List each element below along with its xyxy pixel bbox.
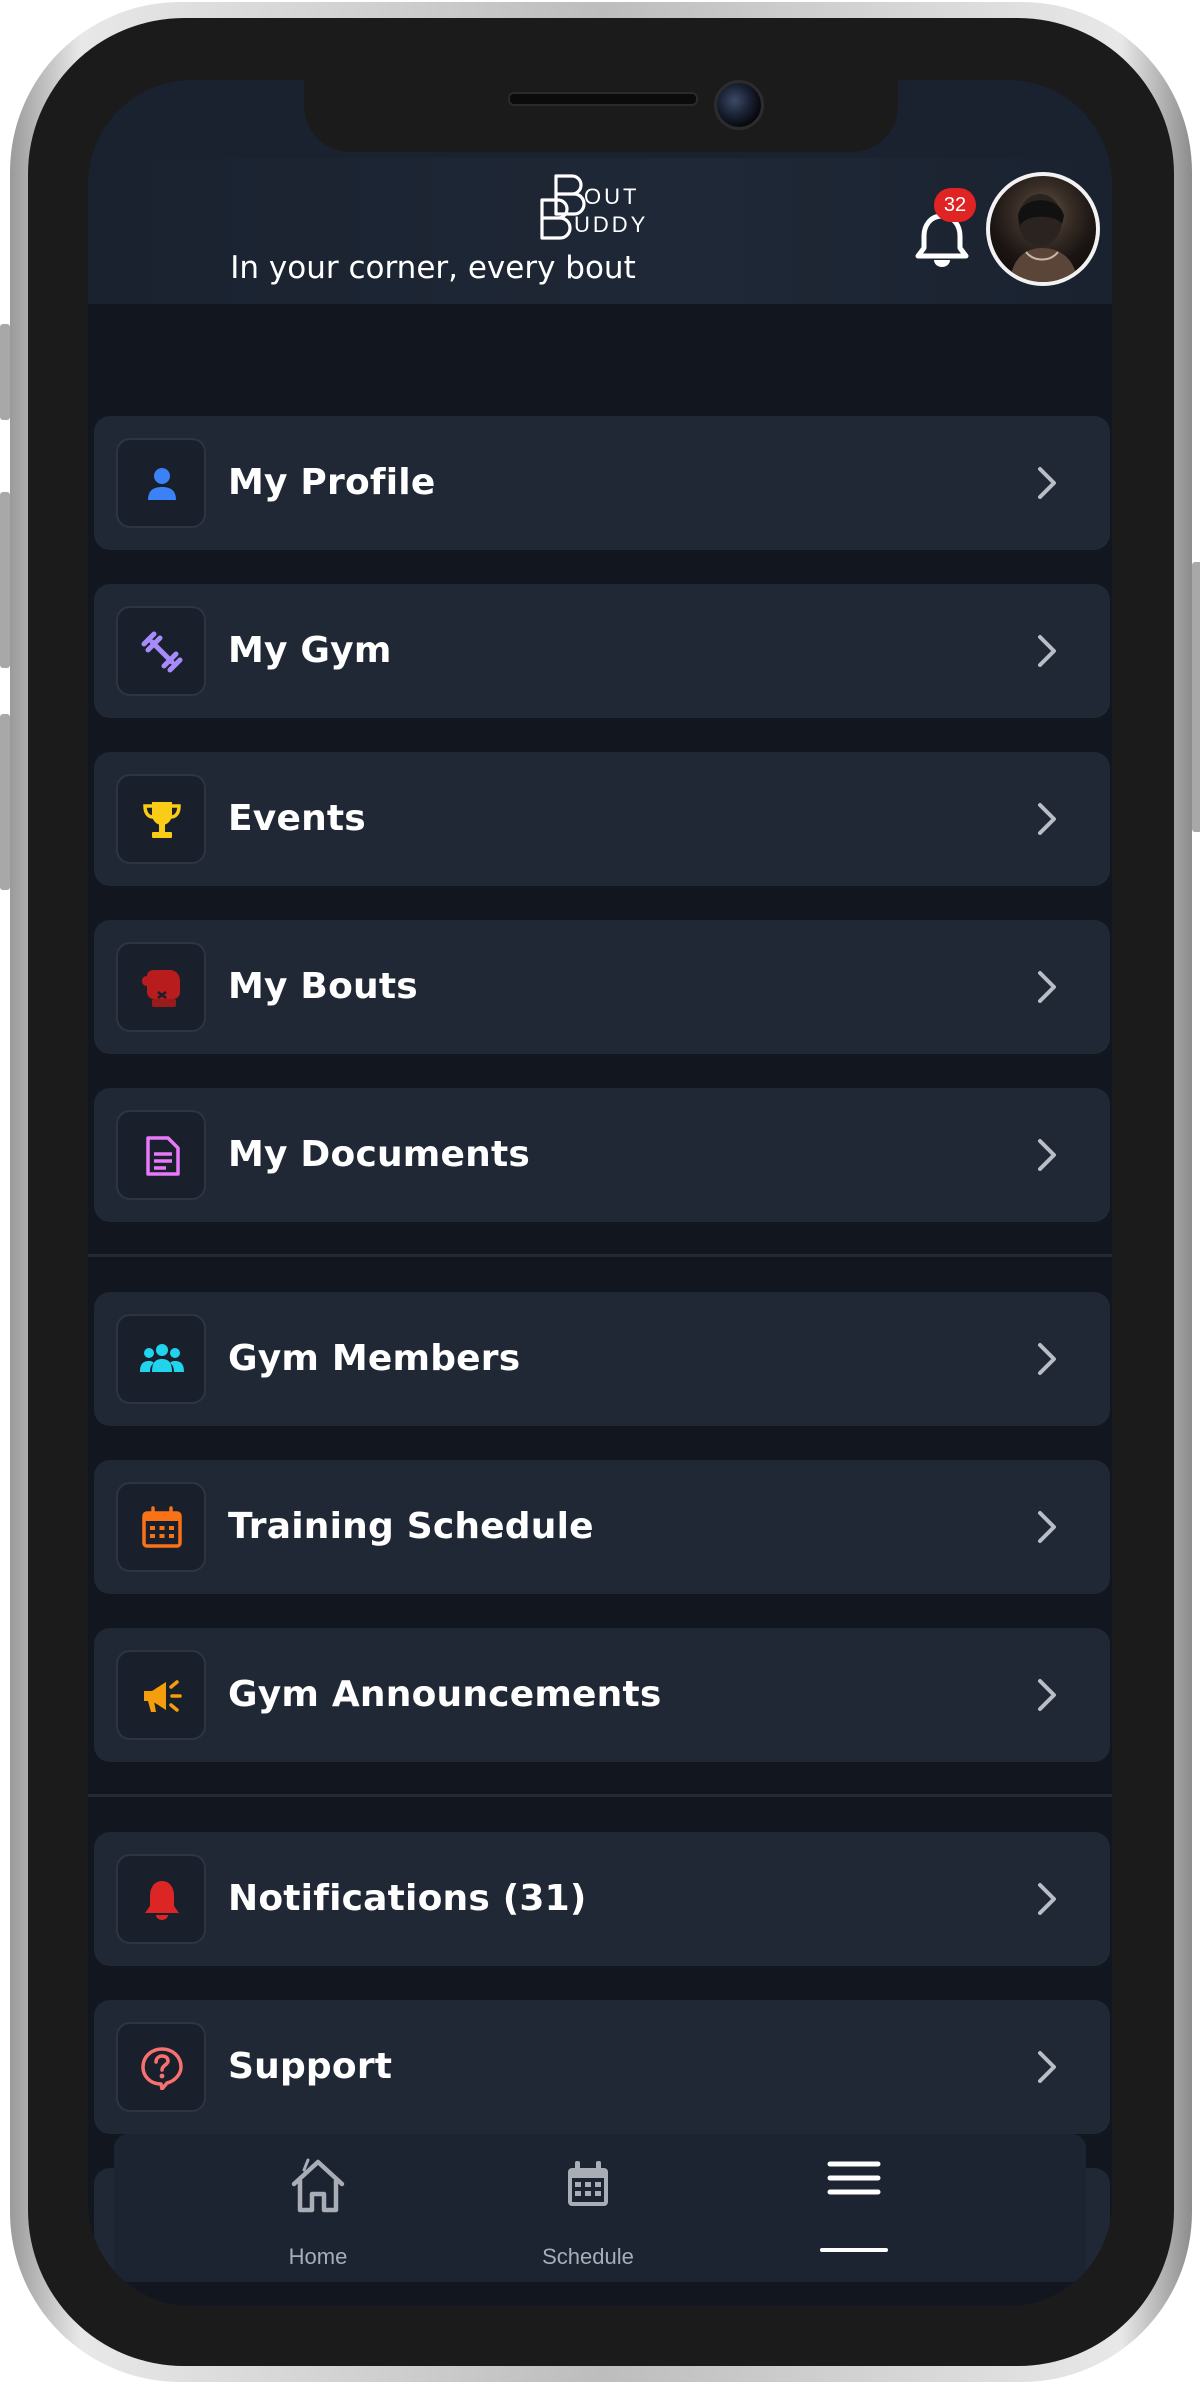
menu-icon-container: [116, 438, 206, 528]
chevron-right-icon: [1038, 971, 1056, 1003]
help-icon: [141, 2047, 183, 2090]
phone-volume-up-button: [0, 492, 10, 668]
menu-item-events[interactable]: Events: [94, 752, 1110, 886]
menu-icon-container: [116, 1854, 206, 1944]
section-divider: [88, 1254, 1112, 1257]
menu-item-label: Support: [228, 2046, 393, 2087]
svg-text:UDDY: UDDY: [574, 212, 648, 237]
document-icon: [146, 1136, 180, 1176]
menu-item-label: Gym Announcements: [228, 1674, 662, 1715]
home-indicator-area: [88, 2282, 1112, 2306]
bell-icon: [145, 1881, 179, 1920]
menu-item-label: Training Schedule: [228, 1506, 594, 1547]
menu-icon-container: [116, 774, 206, 864]
menu-item-label: My Bouts: [228, 966, 418, 1007]
chevron-right-icon: [1038, 1883, 1056, 1915]
menu-item-my-bouts[interactable]: My Bouts: [94, 920, 1110, 1054]
chevron-right-icon: [1038, 1679, 1056, 1711]
menu-icon-container: [116, 606, 206, 696]
avatar-photo: [1010, 194, 1078, 282]
menu-item-label: Events: [228, 798, 366, 839]
phone-camera: [714, 80, 764, 130]
calendar-icon: [568, 2161, 608, 2206]
bout-buddy-logo: OUT UDDY: [540, 174, 648, 240]
user-avatar[interactable]: [986, 172, 1100, 286]
chevron-right-icon: [1038, 635, 1056, 667]
calendar-icon: [142, 1506, 182, 1548]
home-icon: [291, 2158, 345, 2213]
active-tab-indicator: [820, 2248, 888, 2252]
users-icon: [140, 1344, 184, 1372]
app-tagline: In your corner, every bout: [230, 250, 636, 286]
app-screen: OUT UDDY In your corner, every bout 32 M…: [88, 80, 1112, 2306]
app-header: OUT UDDY In your corner, every bout 32: [88, 158, 1112, 304]
menu-item-my-profile[interactable]: My Profile: [94, 416, 1110, 550]
menu-item-gym-announcements[interactable]: Gym Announcements: [94, 1628, 1110, 1762]
chevron-right-icon: [1038, 467, 1056, 499]
phone-volume-down-button: [0, 714, 10, 890]
chevron-right-icon: [1038, 2051, 1056, 2083]
nav-label-home: Home: [288, 2244, 348, 2269]
menu-icon-container: [116, 942, 206, 1032]
boxing-glove-icon: [142, 970, 180, 1007]
trophy-icon: [143, 802, 181, 838]
person-icon: [148, 468, 176, 500]
menu-item-notifications[interactable]: Notifications (31): [94, 1832, 1110, 1966]
menu-item-support[interactable]: Support: [94, 2000, 1110, 2134]
phone-power-button: [1192, 562, 1200, 832]
menu-item-label: Gym Members: [228, 1338, 521, 1379]
nav-item-menu[interactable]: [756, 2134, 936, 2282]
bottom-navigation: Home Schedule: [114, 2134, 1086, 2282]
chevron-right-icon: [1038, 803, 1056, 835]
menu-icon: [827, 2161, 881, 2195]
chevron-right-icon: [1038, 1139, 1056, 1171]
menu-item-my-documents[interactable]: My Documents: [94, 1088, 1110, 1222]
phone-notch: [304, 80, 898, 152]
menu-item-gym-members[interactable]: Gym Members: [94, 1292, 1110, 1426]
phone-side-button: [0, 324, 10, 420]
dumbbell-icon: [141, 631, 183, 673]
nav-label-schedule: Schedule: [542, 2244, 634, 2269]
notification-badge: 32: [934, 188, 976, 222]
menu-item-training-schedule[interactable]: Training Schedule: [94, 1460, 1110, 1594]
menu-icon-container: [116, 1482, 206, 1572]
menu-item-label: My Profile: [228, 462, 436, 503]
menu-icon-container: [116, 2022, 206, 2112]
chevron-right-icon: [1038, 1511, 1056, 1543]
megaphone-icon: [144, 1680, 182, 1712]
menu-icon-container: [116, 1110, 206, 1200]
nav-item-schedule[interactable]: Schedule: [498, 2134, 678, 2282]
section-divider: [88, 1794, 1112, 1797]
menu-item-label: My Gym: [228, 630, 392, 671]
menu-item-my-gym[interactable]: My Gym: [94, 584, 1110, 718]
menu-icon-container: [116, 1650, 206, 1740]
menu-item-label: My Documents: [228, 1134, 531, 1175]
menu-icon-container: [116, 1314, 206, 1404]
nav-item-home[interactable]: Home: [228, 2134, 408, 2282]
svg-text:OUT: OUT: [584, 184, 639, 209]
chevron-right-icon: [1038, 1343, 1056, 1375]
menu-item-label: Notifications (31): [228, 1878, 587, 1919]
phone-speaker: [508, 92, 698, 106]
